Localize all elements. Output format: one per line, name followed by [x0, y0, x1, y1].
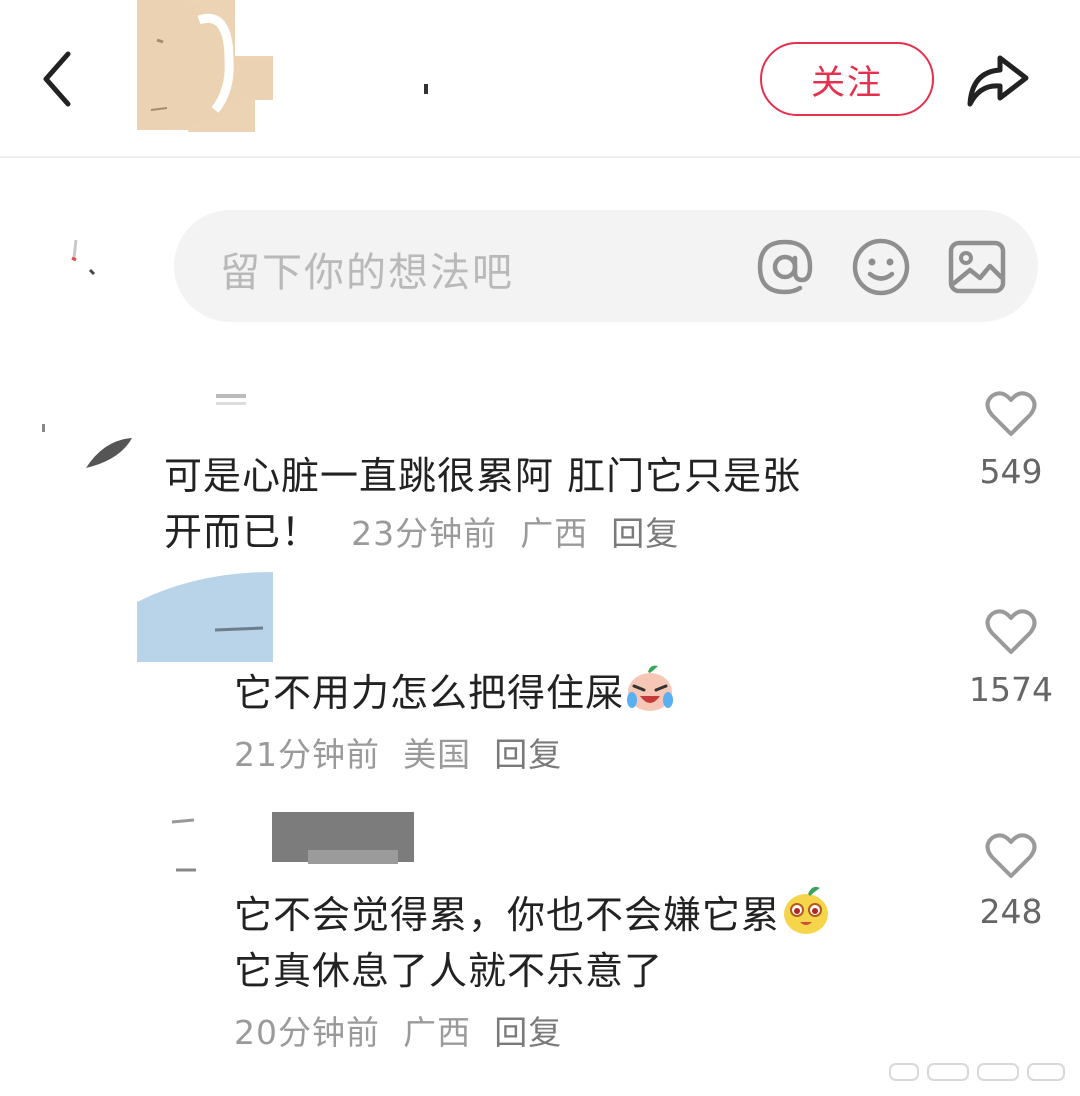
follow-button[interactable]: 关注: [760, 42, 934, 116]
watermark: [888, 1058, 1068, 1086]
comment-time: 20分钟前: [234, 1013, 380, 1052]
author-avatar[interactable]: [137, 0, 273, 132]
reply-button[interactable]: 回复: [494, 735, 562, 774]
username-redacted: [424, 84, 428, 94]
at-icon[interactable]: [754, 236, 816, 298]
comment-location: 广西: [520, 514, 589, 553]
heart-icon[interactable]: [985, 832, 1037, 880]
comment-location: 广西: [403, 1013, 472, 1052]
yellow-creature-emoji: [780, 884, 832, 936]
share-button[interactable]: [962, 44, 1034, 116]
comment-time: 21分钟前: [234, 735, 380, 774]
my-avatar[interactable]: [62, 236, 102, 280]
emoji-smile-icon[interactable]: [850, 236, 912, 298]
avatar-image: [137, 572, 273, 632]
top-bar: 关注: [0, 0, 1080, 158]
comment-text-line: 它不会觉得累，你也不会嫌它累: [234, 893, 781, 937]
avatar-image: [71, 239, 96, 276]
crying-laughing-emoji: [624, 662, 676, 714]
comment-avatar[interactable]: [137, 572, 273, 662]
chevron-left-icon: [43, 51, 71, 107]
comment-text-line: 它不用力怎么把得住屎: [234, 671, 625, 715]
header-divider: [0, 156, 1080, 158]
comment-text-line: 开而已！: [164, 510, 321, 554]
avatar-image: [137, 0, 273, 132]
comment-input[interactable]: 留下你的想法吧: [174, 210, 1038, 322]
reply-button[interactable]: 回复: [494, 1013, 562, 1052]
image-icon[interactable]: [946, 236, 1008, 298]
like-count: 248: [979, 892, 1043, 931]
back-button[interactable]: [38, 48, 78, 110]
comment-time: 23分钟前: [351, 514, 498, 553]
heart-icon[interactable]: [985, 390, 1037, 438]
avatar-image: [171, 812, 414, 872]
reply-button[interactable]: 回复: [611, 514, 679, 553]
like-count: 1574: [969, 670, 1053, 709]
comment-text-line: 它真休息了人就不乐意了: [234, 949, 664, 993]
like-count: 549: [979, 452, 1043, 491]
comment-body: 它不会觉得累，你也不会嫌它累 它真休息了人就不乐意了 20分钟前 广西 回复: [234, 884, 954, 1061]
comment-avatar[interactable]: [168, 812, 448, 882]
comment-body: 它不用力怎么把得住屎 21分钟前 美国 回复: [234, 662, 934, 783]
avatar-edge: [96, 130, 188, 158]
comment-body: 可是心脏一直跳很累阿 肛门它只是张 开而已！ 23分钟前 广西 回复: [164, 448, 944, 562]
heart-icon[interactable]: [985, 608, 1037, 656]
comment-location: 美国: [403, 735, 472, 774]
comment-placeholder: 留下你的想法吧: [220, 250, 514, 296]
share-icon: [967, 55, 1029, 107]
comment-text-line: 可是心脏一直跳很累阿 肛门它只是张: [164, 454, 802, 498]
